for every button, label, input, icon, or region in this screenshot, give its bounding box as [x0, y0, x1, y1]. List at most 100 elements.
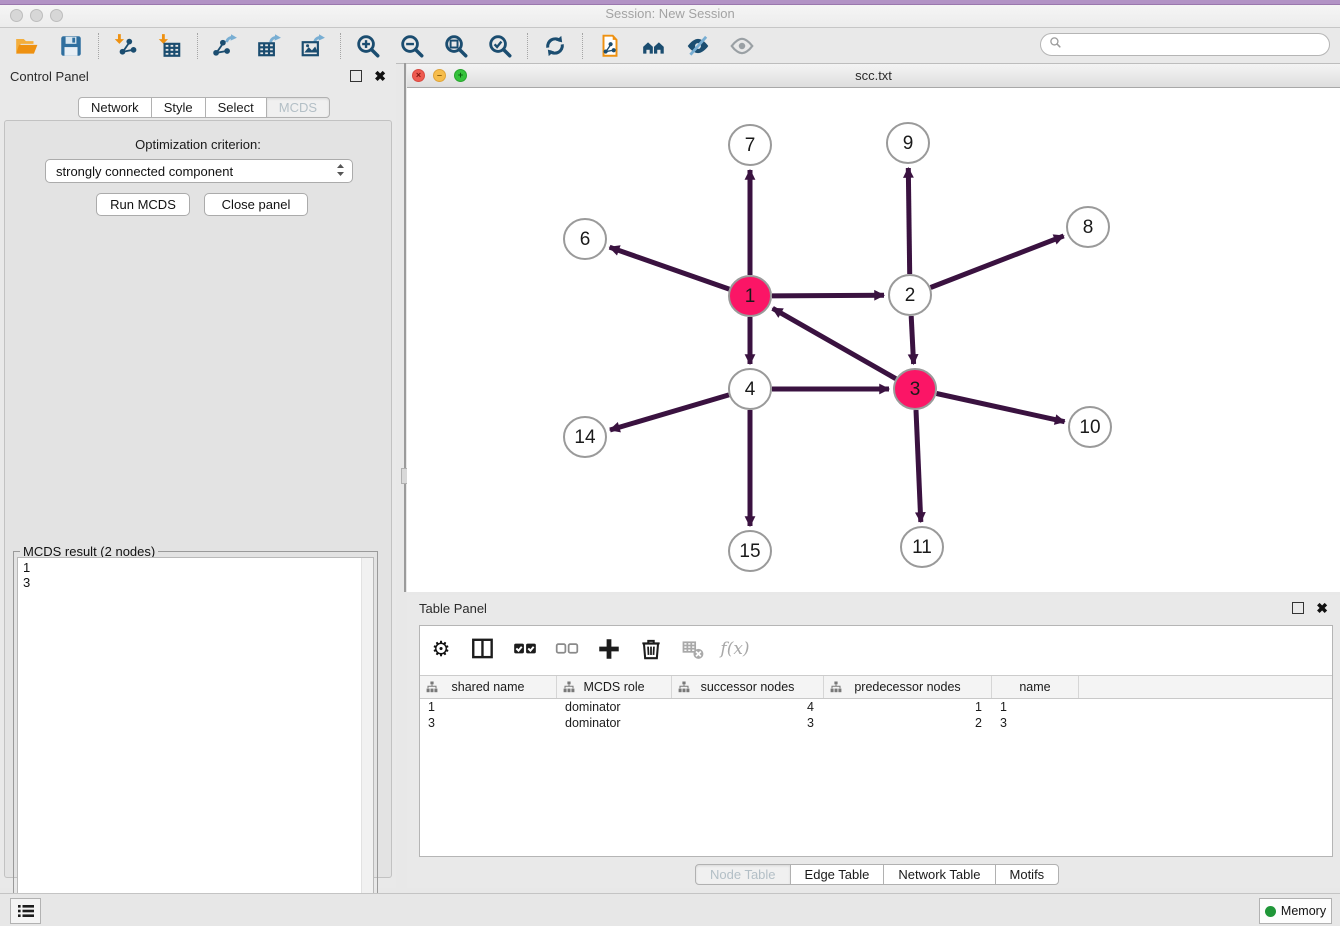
select-stepper-icon	[335, 162, 346, 181]
tab-network-table[interactable]: Network Table	[883, 864, 995, 885]
list-icon	[17, 904, 35, 918]
memory-status-icon	[1265, 906, 1276, 917]
network-titlebar: × – + scc.txt	[407, 64, 1340, 88]
edge-3-11[interactable]	[916, 410, 921, 522]
float-table-panel-icon[interactable]	[1292, 602, 1304, 614]
tab-network[interactable]: Network	[78, 97, 152, 118]
app-title: Session: New Session	[0, 6, 1340, 21]
close-table-panel-icon[interactable]: ✖	[1316, 601, 1328, 615]
node-1[interactable]: 1	[729, 276, 771, 316]
tab-mcds[interactable]: MCDS	[266, 97, 330, 118]
export-network-icon[interactable]	[212, 33, 238, 59]
zoom-selected-icon[interactable]	[487, 33, 513, 59]
status-bar: Memory	[0, 893, 1340, 926]
node-9[interactable]: 9	[887, 123, 929, 163]
svg-text:14: 14	[574, 427, 596, 448]
node-8[interactable]: 8	[1067, 207, 1109, 247]
svg-text:7: 7	[745, 135, 756, 156]
node-14[interactable]: 14	[564, 417, 606, 457]
mcds-result-group: MCDS result (2 nodes) 1 3	[13, 551, 378, 925]
criterion-select[interactable]: strongly connected component	[45, 159, 353, 183]
node-11[interactable]: 11	[901, 527, 943, 567]
first-neighbors-icon[interactable]	[641, 33, 667, 59]
tab-style[interactable]: Style	[151, 97, 206, 118]
node-7[interactable]: 7	[729, 125, 771, 165]
tab-node-table[interactable]: Node Table	[695, 864, 791, 885]
column-header-shared-name[interactable]: shared name	[420, 676, 557, 698]
mcds-result-text[interactable]: 1 3	[17, 557, 374, 921]
node-3[interactable]: 3	[894, 369, 936, 409]
search-input[interactable]	[1066, 37, 1329, 53]
tab-edge-table[interactable]: Edge Table	[790, 864, 885, 885]
edge-2-8[interactable]	[931, 236, 1064, 288]
optimization-criterion-label: Optimization criterion:	[5, 137, 391, 152]
clone-network-icon[interactable]	[597, 33, 623, 59]
cell-name: 3	[992, 715, 1079, 731]
svg-text:1: 1	[745, 286, 756, 307]
node-6[interactable]: 6	[564, 219, 606, 259]
node-4[interactable]: 4	[729, 369, 771, 409]
delete-table-icon	[680, 636, 706, 662]
mcds-panel: Optimization criterion: strongly connect…	[4, 120, 392, 878]
svg-text:3: 3	[910, 379, 921, 400]
export-table-icon[interactable]	[256, 33, 282, 59]
edge-1-2[interactable]	[772, 295, 884, 296]
export-image-icon[interactable]	[300, 33, 326, 59]
edge-2-3[interactable]	[911, 316, 913, 364]
show-columns-icon[interactable]	[470, 636, 496, 662]
edge-3-1[interactable]	[773, 308, 896, 378]
table-options-icon[interactable]: ⚙	[428, 636, 454, 662]
save-session-icon[interactable]	[58, 33, 84, 59]
memory-button[interactable]: Memory	[1259, 898, 1332, 924]
search-box[interactable]	[1040, 33, 1330, 56]
apply-function-icon: f(x)	[722, 636, 748, 662]
edge-1-6[interactable]	[610, 247, 730, 289]
cell-predecessor-nodes: 2	[824, 715, 992, 731]
float-panel-icon[interactable]	[350, 70, 362, 82]
zoom-in-icon[interactable]	[355, 33, 381, 59]
import-network-icon[interactable]	[113, 33, 139, 59]
table-row[interactable]: 1dominator411	[420, 699, 1332, 715]
import-table-icon[interactable]	[157, 33, 183, 59]
svg-text:11: 11	[912, 537, 932, 558]
table-row[interactable]: 3dominator323	[420, 715, 1332, 731]
tab-select[interactable]: Select	[205, 97, 267, 118]
zoom-fit-icon[interactable]	[443, 33, 469, 59]
panel-divider[interactable]	[404, 63, 406, 592]
node-15[interactable]: 15	[729, 531, 771, 571]
svg-text:15: 15	[739, 541, 760, 562]
zoom-out-icon[interactable]	[399, 33, 425, 59]
hide-selected-icon[interactable]	[685, 33, 711, 59]
cell-MCDS-role: dominator	[557, 699, 672, 715]
svg-text:4: 4	[745, 379, 756, 400]
mcds-result-scrollbar[interactable]	[361, 558, 373, 920]
create-column-icon[interactable]	[596, 636, 622, 662]
task-history-button[interactable]	[10, 898, 41, 924]
select-all-columns-icon[interactable]	[512, 636, 538, 662]
edge-3-10[interactable]	[937, 394, 1065, 422]
edge-2-9[interactable]	[908, 168, 909, 274]
network-canvas[interactable]: 7 9 6 8 1 2 4 3 14 10 15 11	[407, 88, 1340, 592]
node-2[interactable]: 2	[889, 275, 931, 315]
search-icon	[1049, 36, 1062, 54]
memory-label: Memory	[1281, 904, 1326, 918]
table-tabs: Node TableEdge TableNetwork TableMotifs	[695, 864, 1059, 885]
svg-text:8: 8	[1083, 217, 1094, 238]
open-session-icon[interactable]	[14, 33, 40, 59]
tab-motifs[interactable]: Motifs	[995, 864, 1060, 885]
edge-4-14[interactable]	[610, 395, 729, 430]
application-window: Session: New Session Control Panel ✖ Net…	[0, 0, 1340, 926]
node-10[interactable]: 10	[1069, 407, 1111, 447]
deselect-all-columns-icon[interactable]	[554, 636, 580, 662]
cell-shared-name: 3	[420, 715, 557, 731]
column-header-predecessor-nodes[interactable]: predecessor nodes	[824, 676, 992, 698]
column-header-name[interactable]: name	[992, 676, 1079, 698]
refresh-view-icon[interactable]	[542, 33, 568, 59]
column-header-successor-nodes[interactable]: successor nodes	[672, 676, 824, 698]
delete-columns-icon[interactable]	[638, 636, 664, 662]
run-mcds-button[interactable]: Run MCDS	[96, 193, 190, 216]
table-toolbar: ⚙ f(x)	[428, 632, 748, 666]
close-panel-button[interactable]: Close panel	[204, 193, 308, 216]
column-header-MCDS-role[interactable]: MCDS role	[557, 676, 672, 698]
close-panel-icon[interactable]: ✖	[374, 69, 386, 83]
